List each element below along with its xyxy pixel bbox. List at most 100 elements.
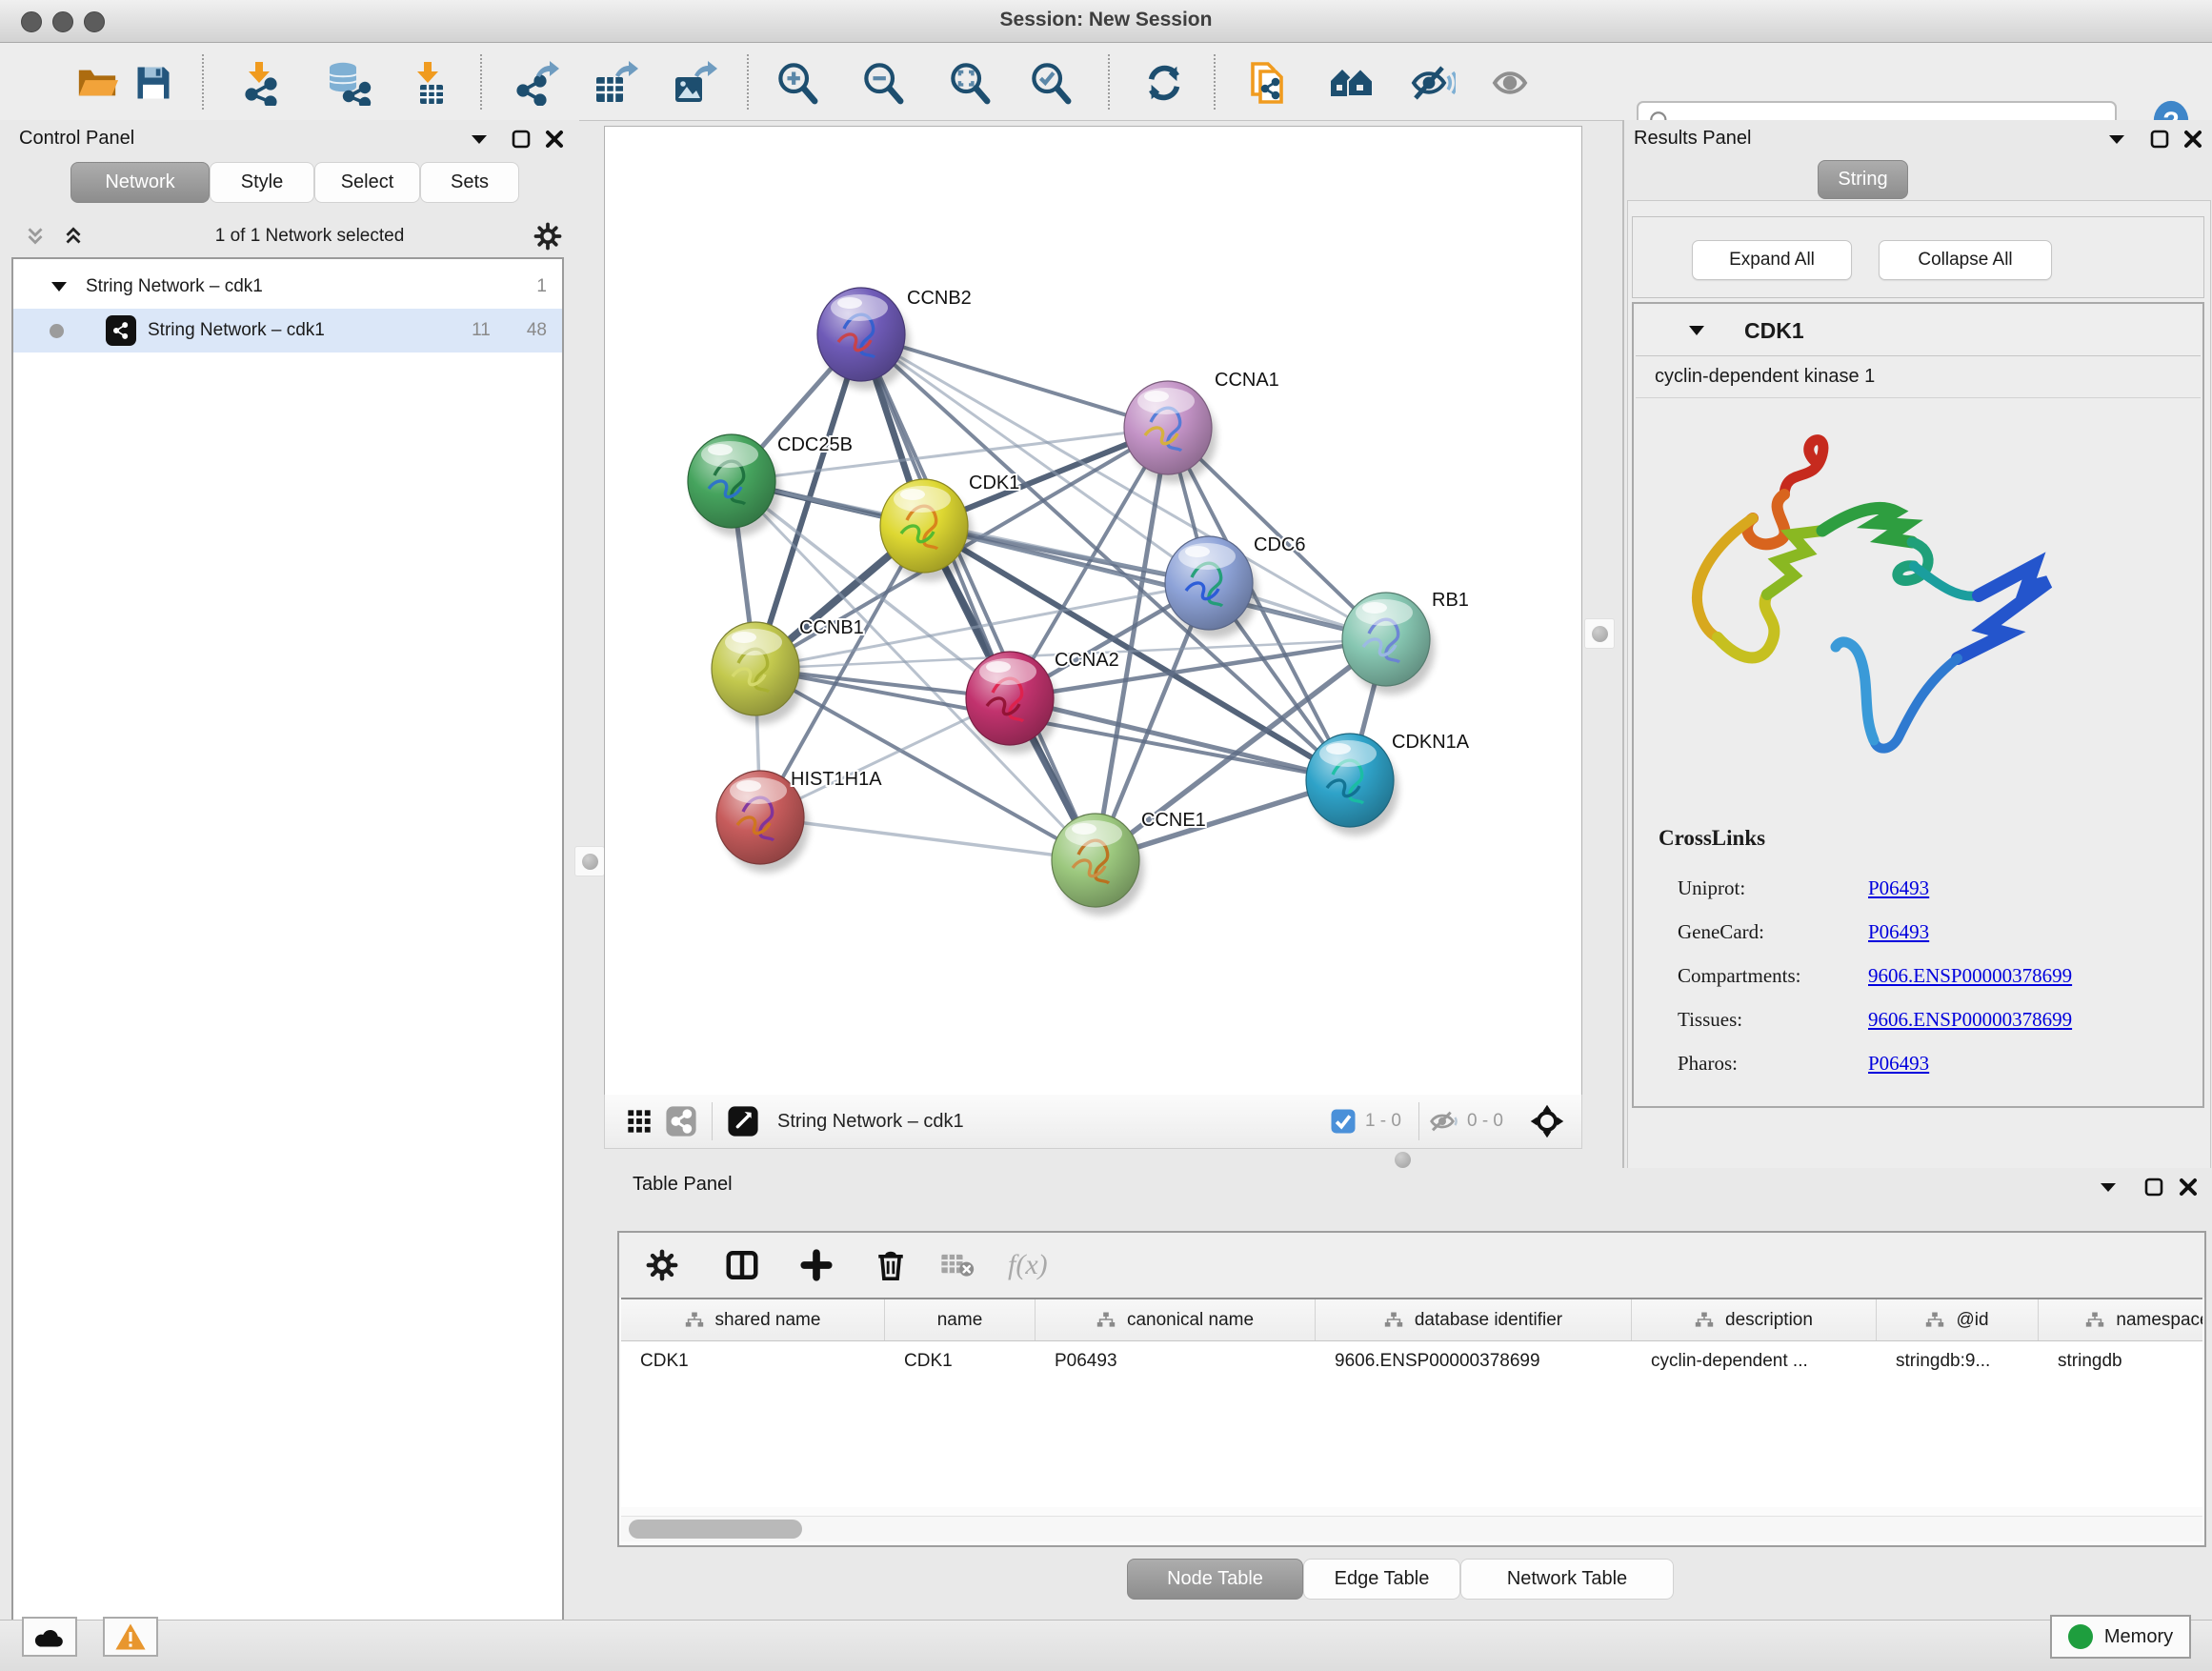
first-neighbors-button[interactable] (1328, 59, 1376, 107)
detach-view-button[interactable] (722, 1102, 764, 1140)
crosslink-value-link[interactable]: 9606.ENSP00000378699 (1868, 964, 2072, 988)
tab-edge-table[interactable]: Edge Table (1303, 1559, 1460, 1600)
column-header[interactable]: description (1632, 1299, 1877, 1340)
zoom-out-button[interactable] (859, 59, 907, 107)
gene-card-header[interactable]: CDK1 (1636, 306, 2201, 356)
panel-menu-button[interactable] (463, 126, 495, 152)
import-table-icon (405, 60, 451, 106)
panel-close-button[interactable] (538, 126, 571, 152)
collapse-arrow-icon[interactable] (1687, 323, 1706, 338)
network-node-CCNA1[interactable] (1124, 381, 1217, 483)
open-session-button[interactable] (73, 59, 121, 107)
tab-network-table[interactable]: Network Table (1460, 1559, 1674, 1600)
crosslink-value-link[interactable]: 9606.ENSP00000378699 (1868, 1008, 2072, 1032)
collapse-all-chevron-icon[interactable] (61, 224, 86, 249)
node-table[interactable]: shared namenamecanonical namedatabase id… (621, 1298, 2202, 1507)
table-cell[interactable]: CDK1 (885, 1351, 1036, 1372)
crosslink-value-link[interactable]: P06493 (1868, 920, 1929, 944)
network-node-CDC25B[interactable] (688, 434, 780, 536)
export-network-button[interactable] (513, 59, 560, 107)
panel-menu-button[interactable] (2101, 126, 2133, 152)
zoom-selected-button[interactable] (1027, 59, 1075, 107)
network-node-CCNE1[interactable] (1052, 814, 1144, 916)
column-header[interactable]: shared name (621, 1299, 885, 1340)
panel-float-button[interactable] (505, 126, 537, 152)
crosslink-value-link[interactable]: P06493 (1868, 1052, 1929, 1076)
table-cell[interactable]: stringdb (2039, 1351, 2202, 1372)
tab-string[interactable]: String (1818, 160, 1908, 199)
selected-checkbox-icon[interactable] (1329, 1107, 1357, 1136)
network-node-RB1[interactable] (1342, 593, 1435, 695)
save-session-button[interactable] (130, 59, 177, 107)
expand-all-button[interactable]: Expand All (1692, 240, 1852, 280)
expand-all-chevron-icon[interactable] (23, 224, 48, 249)
network-label: String Network – cdk1 (148, 320, 472, 341)
right-splitter-handle[interactable] (1584, 618, 1615, 649)
scrollbar-thumb[interactable] (629, 1520, 802, 1539)
column-header[interactable]: canonical name (1036, 1299, 1316, 1340)
tab-sets[interactable]: Sets (420, 162, 519, 203)
crosslink-row: Uniprot:P06493 (1678, 866, 2192, 910)
tab-network[interactable]: Network (70, 162, 210, 203)
import-table-from-file-button[interactable] (404, 59, 452, 107)
import-network-from-file-button[interactable] (235, 59, 283, 107)
crosslink-value-link[interactable]: P06493 (1868, 876, 1929, 900)
memory-button[interactable]: Memory (2050, 1615, 2191, 1659)
zoom-in-button[interactable] (774, 59, 821, 107)
network-view-button[interactable] (660, 1102, 702, 1140)
warning-status-button[interactable] (103, 1617, 158, 1657)
panel-close-button[interactable] (2177, 126, 2209, 152)
panel-close-button[interactable] (2172, 1174, 2204, 1200)
table-cell[interactable]: stringdb:9... (1877, 1351, 2039, 1372)
column-header[interactable]: name (885, 1299, 1036, 1340)
import-network-icon (236, 60, 282, 106)
network-graph[interactable]: CCNB2CCNA1CDC25BCDK1CDC6RB1CCNB1CCNA2CDK… (605, 127, 1581, 1095)
delete-column-button[interactable] (865, 1239, 916, 1291)
grid-view-button[interactable] (618, 1102, 660, 1140)
memory-status-dot (2068, 1624, 2093, 1649)
import-network-from-database-button[interactable] (325, 59, 372, 107)
node-label-HIST1H1A: HIST1H1A (791, 769, 882, 790)
column-header[interactable]: namespace (2039, 1299, 2202, 1340)
collapse-all-button[interactable]: Collapse All (1879, 240, 2052, 280)
network-canvas[interactable]: CCNB2CCNA1CDC25BCDK1CDC6RB1CCNB1CCNA2CDK… (604, 126, 1582, 1096)
table-cell[interactable]: cyclin-dependent ... (1632, 1351, 1877, 1372)
tab-select[interactable]: Select (314, 162, 420, 203)
tab-node-table[interactable]: Node Table (1127, 1559, 1303, 1600)
table-horizontal-scrollbar[interactable] (621, 1516, 2202, 1541)
export-image-button[interactable] (671, 59, 718, 107)
network-node-CCNB2[interactable] (817, 288, 910, 390)
show-columns-button[interactable] (716, 1239, 768, 1291)
left-splitter-handle[interactable] (574, 846, 605, 876)
show-all-button[interactable] (1488, 59, 1536, 107)
network-row[interactable]: String Network – cdk1 11 48 (13, 309, 562, 352)
table-cell[interactable]: P06493 (1036, 1351, 1316, 1372)
table-cell[interactable]: CDK1 (621, 1351, 885, 1372)
duplicate-network-button[interactable] (1244, 59, 1292, 107)
create-column-button[interactable] (791, 1239, 842, 1291)
hidden-eye-slash-icon[interactable] (1429, 1106, 1459, 1137)
network-collection-row[interactable]: String Network – cdk1 1 (13, 265, 562, 309)
cloud-status-button[interactable] (22, 1617, 77, 1657)
column-header[interactable]: @id (1877, 1299, 2039, 1340)
panel-menu-button[interactable] (2092, 1174, 2124, 1200)
panel-float-button[interactable] (2138, 1174, 2170, 1200)
zoom-fit-content-button[interactable] (946, 59, 994, 107)
toolbar-separator (1108, 54, 1110, 110)
birds-eye-view-button[interactable] (1526, 1102, 1568, 1140)
table-cell[interactable]: 9606.ENSP00000378699 (1316, 1351, 1632, 1372)
network-node-CDK1[interactable] (880, 479, 973, 581)
network-edge[interactable] (760, 817, 1096, 860)
table-row[interactable]: CDK1CDK1P064939606.ENSP00000378699cyclin… (621, 1341, 2202, 1381)
tab-style[interactable]: Style (210, 162, 314, 203)
collapse-arrow-icon[interactable] (50, 279, 69, 294)
network-edge[interactable] (861, 334, 1096, 860)
refresh-layout-button[interactable] (1140, 59, 1188, 107)
export-table-button[interactable] (592, 59, 639, 107)
panel-float-button[interactable] (2143, 126, 2176, 152)
column-header[interactable]: database identifier (1316, 1299, 1632, 1340)
network-options-gear-icon[interactable] (533, 222, 562, 251)
hide-selected-button[interactable] (1409, 59, 1457, 107)
network-node-CDKN1A[interactable] (1306, 734, 1398, 836)
table-settings-gear-button[interactable] (636, 1239, 688, 1291)
